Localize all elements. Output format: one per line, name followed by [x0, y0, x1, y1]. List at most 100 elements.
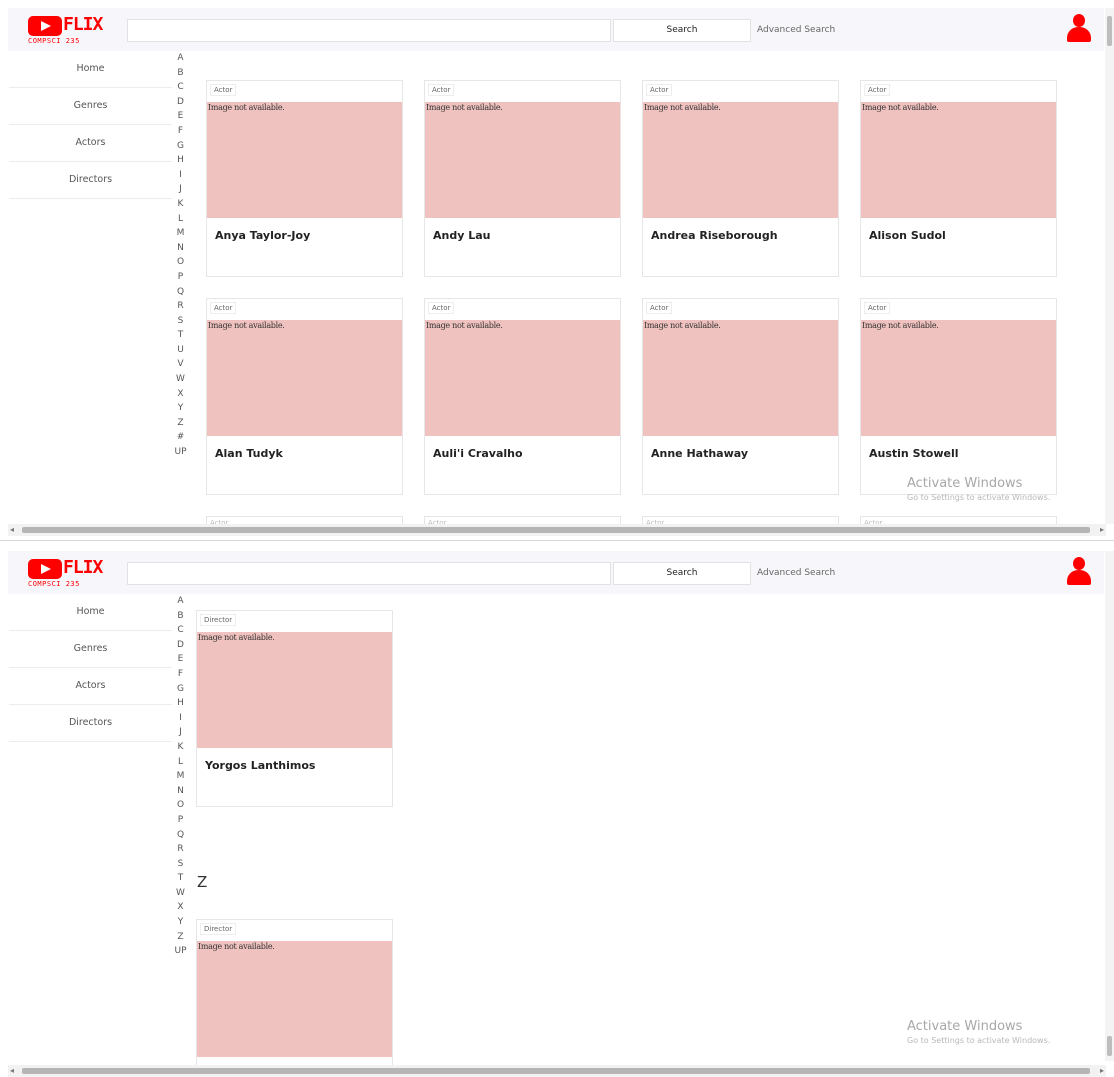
- alphabet-letter[interactable]: C: [172, 623, 189, 638]
- flix-logo[interactable]: FLIX COMPSCI 235: [28, 557, 103, 589]
- sidebar-item-actors[interactable]: Actors: [9, 125, 172, 162]
- scroll-thumb[interactable]: [22, 527, 1090, 533]
- actor-card[interactable]: Actor Image not available. Anne Hathaway: [642, 298, 839, 495]
- card-name[interactable]: Anya Taylor-Joy: [215, 229, 310, 242]
- alphabet-letter[interactable]: K: [172, 740, 189, 755]
- card-name[interactable]: Auli'i Cravalho: [433, 447, 523, 460]
- scroll-left-icon[interactable]: ◂: [10, 525, 14, 534]
- alphabet-letter[interactable]: H: [172, 696, 189, 711]
- card-name[interactable]: Yorgos Lanthimos: [205, 759, 315, 772]
- alphabet-letter[interactable]: T: [172, 328, 189, 343]
- alphabet-letter[interactable]: J: [172, 725, 189, 740]
- sidebar-item-genres[interactable]: Genres: [9, 631, 172, 668]
- actor-card[interactable]: Actor Image not available. Austin Stowell: [860, 298, 1057, 495]
- card-name[interactable]: Alan Tudyk: [215, 447, 283, 460]
- alphabet-letter[interactable]: R: [172, 299, 189, 314]
- alphabet-letter[interactable]: D: [172, 638, 189, 653]
- alphabet-letter[interactable]: B: [172, 66, 189, 81]
- search-button[interactable]: Search: [613, 562, 751, 585]
- alphabet-letter[interactable]: O: [172, 798, 189, 813]
- card-name[interactable]: Anne Hathaway: [651, 447, 748, 460]
- alphabet-letter[interactable]: F: [172, 667, 189, 682]
- alphabet-letter[interactable]: A: [172, 51, 189, 66]
- sidebar-item-genres[interactable]: Genres: [9, 88, 172, 125]
- card-name[interactable]: Andrea Riseborough: [651, 229, 778, 242]
- alphabet-letter[interactable]: V: [172, 357, 189, 372]
- card-name[interactable]: Alison Sudol: [869, 229, 946, 242]
- alphabet-letter[interactable]: K: [172, 197, 189, 212]
- alphabet-letter[interactable]: W: [172, 886, 189, 901]
- alphabet-letter[interactable]: M: [172, 769, 189, 784]
- alphabet-letter[interactable]: P: [172, 813, 189, 828]
- scroll-right-icon[interactable]: ▸: [1100, 1066, 1104, 1075]
- alphabet-letter[interactable]: J: [172, 182, 189, 197]
- alphabet-letter[interactable]: O: [172, 255, 189, 270]
- horizontal-scrollbar[interactable]: ◂ ▸: [8, 1065, 1106, 1077]
- alphabet-letter[interactable]: C: [172, 80, 189, 95]
- search-button[interactable]: Search: [613, 19, 751, 42]
- alphabet-letter[interactable]: E: [172, 652, 189, 667]
- alphabet-letter[interactable]: F: [172, 124, 189, 139]
- actor-card[interactable]: Actor Image not available. Anya Taylor-Joy: [206, 80, 403, 277]
- alphabet-letter[interactable]: L: [172, 212, 189, 227]
- alphabet-letter[interactable]: W: [172, 372, 189, 387]
- alphabet-letter[interactable]: H: [172, 153, 189, 168]
- alphabet-letter[interactable]: B: [172, 609, 189, 624]
- alphabet-letter[interactable]: P: [172, 270, 189, 285]
- scroll-thumb[interactable]: [22, 1068, 1090, 1074]
- alphabet-letter[interactable]: Y: [172, 401, 189, 416]
- alphabet-letter[interactable]: UP: [172, 944, 189, 959]
- alphabet-letter[interactable]: UP: [172, 445, 189, 460]
- alphabet-letter[interactable]: E: [172, 109, 189, 124]
- alphabet-letter[interactable]: Q: [172, 828, 189, 843]
- alphabet-letter[interactable]: Q: [172, 285, 189, 300]
- alphabet-letter[interactable]: X: [172, 900, 189, 915]
- scroll-right-icon[interactable]: ▸: [1100, 525, 1104, 534]
- sidebar-item-actors[interactable]: Actors: [9, 668, 172, 705]
- search-input[interactable]: [127, 562, 611, 585]
- alphabet-letter[interactable]: M: [172, 226, 189, 241]
- alphabet-letter[interactable]: D: [172, 95, 189, 110]
- sidebar-item-home[interactable]: Home: [9, 51, 172, 88]
- vertical-scrollbar[interactable]: [1105, 8, 1114, 524]
- horizontal-scrollbar[interactable]: ◂ ▸: [8, 524, 1106, 536]
- alphabet-letter[interactable]: N: [172, 241, 189, 256]
- user-icon[interactable]: [1067, 557, 1091, 585]
- user-icon[interactable]: [1067, 14, 1091, 42]
- alphabet-letter[interactable]: U: [172, 343, 189, 358]
- actor-card[interactable]: Actor Image not available. Auli'i Cravalho: [424, 298, 621, 495]
- alphabet-letter[interactable]: Z: [172, 416, 189, 431]
- sidebar-item-directors[interactable]: Directors: [9, 705, 172, 742]
- director-card[interactable]: Director Image not available.: [196, 919, 393, 1069]
- alphabet-letter[interactable]: Y: [172, 915, 189, 930]
- alphabet-letter[interactable]: S: [172, 857, 189, 872]
- alphabet-letter[interactable]: T: [172, 871, 189, 886]
- alphabet-letter[interactable]: A: [172, 594, 189, 609]
- actor-card[interactable]: Actor Image not available. Andrea Riseboro…: [642, 80, 839, 277]
- scroll-left-icon[interactable]: ◂: [10, 1066, 14, 1075]
- actor-card[interactable]: Actor Image not available. Alan Tudyk: [206, 298, 403, 495]
- alphabet-letter[interactable]: I: [172, 168, 189, 183]
- scroll-thumb[interactable]: [1107, 1036, 1112, 1056]
- card-name[interactable]: Andy Lau: [433, 229, 490, 242]
- flix-logo[interactable]: FLIX COMPSCI 235: [28, 14, 103, 46]
- actor-card[interactable]: Actor Image not available. Alison Sudol: [860, 80, 1057, 277]
- sidebar-item-directors[interactable]: Directors: [9, 162, 172, 199]
- alphabet-letter[interactable]: X: [172, 387, 189, 402]
- search-input[interactable]: [127, 19, 611, 42]
- advanced-search-link[interactable]: Advanced Search: [757, 568, 835, 578]
- actor-card[interactable]: Actor Image not available. Andy Lau: [424, 80, 621, 277]
- scroll-thumb[interactable]: [1107, 16, 1112, 46]
- director-card[interactable]: Director Image not available. Yorgos Lan…: [196, 610, 393, 807]
- alphabet-letter[interactable]: G: [172, 682, 189, 697]
- alphabet-letter[interactable]: L: [172, 755, 189, 770]
- card-name[interactable]: Austin Stowell: [869, 447, 958, 460]
- alphabet-letter[interactable]: G: [172, 139, 189, 154]
- sidebar-item-home[interactable]: Home: [9, 594, 172, 631]
- advanced-search-link[interactable]: Advanced Search: [757, 25, 835, 35]
- alphabet-letter[interactable]: #: [172, 430, 189, 445]
- alphabet-letter[interactable]: R: [172, 842, 189, 857]
- alphabet-letter[interactable]: I: [172, 711, 189, 726]
- alphabet-letter[interactable]: N: [172, 784, 189, 799]
- alphabet-letter[interactable]: S: [172, 314, 189, 329]
